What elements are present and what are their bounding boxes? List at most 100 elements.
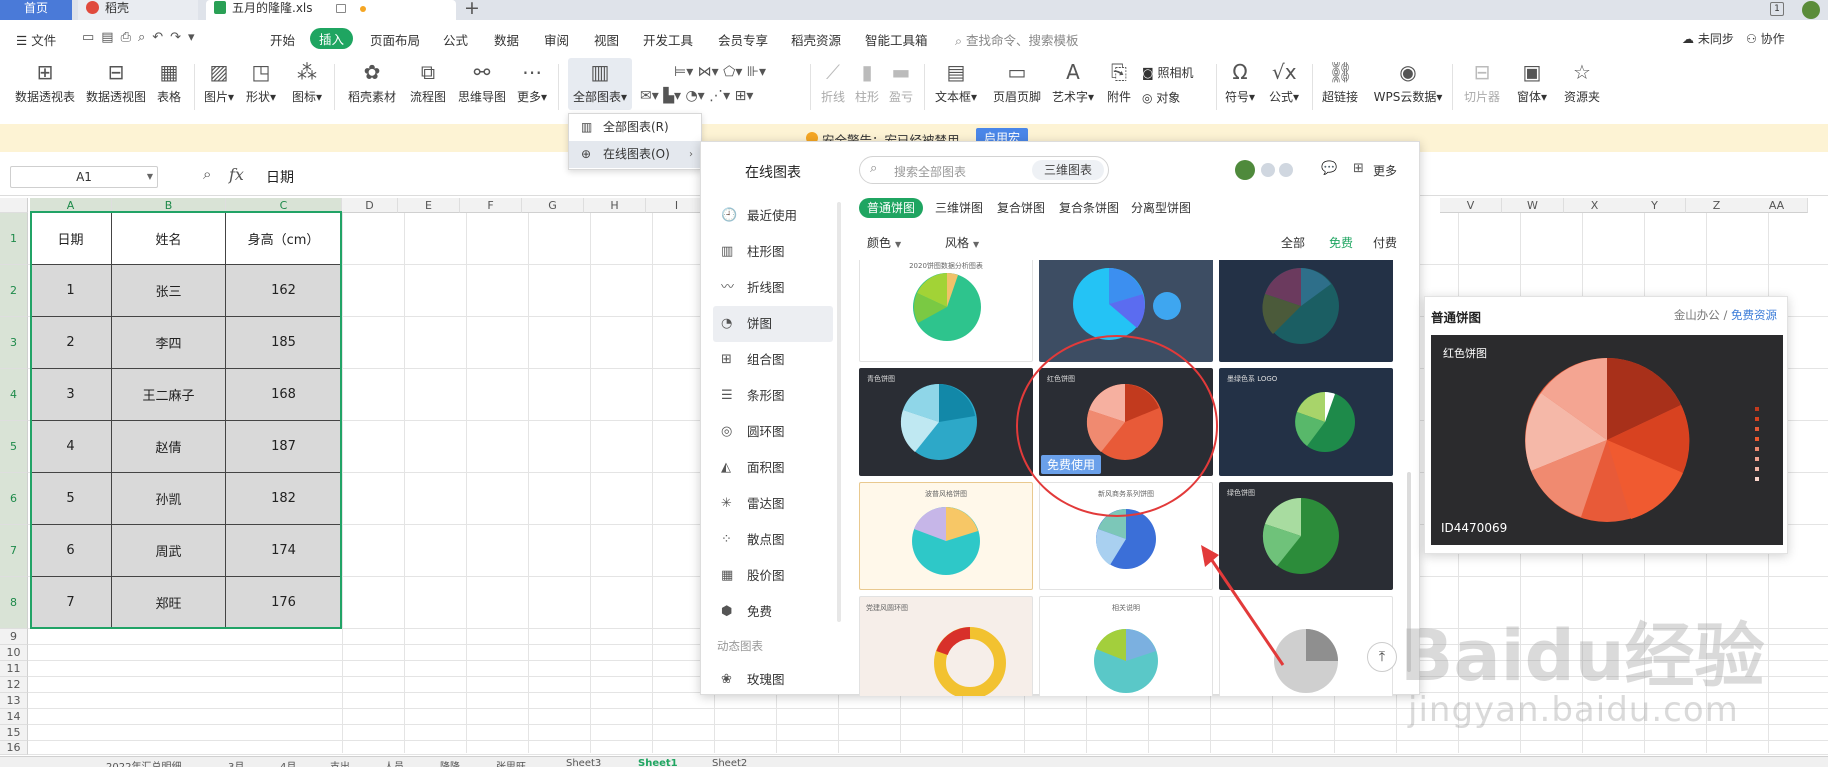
resource-folder-button[interactable]: ☆ 资源夹 xyxy=(1560,60,1604,105)
hyperlink-button[interactable]: ⛓ 超链接 xyxy=(1320,60,1360,105)
message-icon[interactable]: 💬 xyxy=(1321,161,1337,176)
template-thumb[interactable] xyxy=(1219,260,1393,362)
column-header[interactable]: G xyxy=(522,198,584,213)
table-cell[interactable]: 162 xyxy=(226,265,342,317)
column-header[interactable]: I xyxy=(646,198,708,213)
new-tab-plus-icon[interactable]: + xyxy=(464,0,480,19)
sheet-tab[interactable]: 2022年汇总明细 xyxy=(106,758,181,767)
zoom-icon[interactable]: ⌕ xyxy=(203,165,211,183)
row-header[interactable]: 13 xyxy=(0,693,28,709)
tab-home[interactable]: 首页 xyxy=(0,0,72,20)
table-cell[interactable]: 2 xyxy=(30,317,112,369)
template-thumb[interactable]: 2020饼图数据分析图表 xyxy=(859,260,1033,362)
table-cell[interactable]: 李四 xyxy=(112,317,226,369)
subtype-normal-pie[interactable]: 普通饼图 xyxy=(859,198,924,218)
flowchart-button[interactable]: ⧉ 流程图 xyxy=(408,60,448,105)
menu-review[interactable]: 审阅 xyxy=(544,30,569,49)
sheet-tab[interactable]: Sheet1 xyxy=(638,758,678,767)
tab-document[interactable]: 五月的隆隆.xls xyxy=(206,0,456,20)
menu-formula[interactable]: 公式 xyxy=(443,30,468,49)
table-header-cell[interactable]: 日期 xyxy=(30,213,112,265)
template-thumb[interactable]: 新风商务系列饼图 xyxy=(1039,482,1213,590)
category-item[interactable]: 🕘 最近使用 xyxy=(713,198,833,234)
menu-page-layout[interactable]: 页面布局 xyxy=(370,30,420,49)
sheet-tab[interactable]: 降降 xyxy=(440,758,460,767)
mindmap-button[interactable]: ⚯ 思维导图 xyxy=(456,60,508,105)
subtype-compound-bar-pie[interactable]: 复合条饼图 xyxy=(1059,198,1119,218)
form-button[interactable]: ▣ 窗体▾ xyxy=(1514,60,1550,105)
menu-developer[interactable]: 开发工具 xyxy=(643,30,693,49)
row-header[interactable]: 10 xyxy=(0,645,28,661)
sync-status[interactable]: ☁ 未同步 xyxy=(1682,30,1734,47)
menu-member[interactable]: 会员专享 xyxy=(718,30,768,49)
category-item[interactable]: ▦ 股价图 xyxy=(713,558,833,594)
category-item[interactable]: ▥ 柱形图 xyxy=(713,234,833,270)
column-header[interactable]: A xyxy=(30,198,112,213)
row-header[interactable]: 6 xyxy=(0,473,28,525)
window-count-icon[interactable]: 1 xyxy=(1770,2,1784,16)
tab-straw[interactable]: 稻壳 xyxy=(78,0,198,20)
row-header[interactable]: 15 xyxy=(0,725,28,741)
table-cell[interactable]: 郑旺 xyxy=(112,577,226,629)
user-avatar[interactable] xyxy=(1802,1,1820,19)
table-cell[interactable]: 1 xyxy=(30,265,112,317)
3d-chart-chip[interactable]: 三维图表 xyxy=(1031,160,1104,180)
menu-straw-resources[interactable]: 稻壳资源 xyxy=(791,30,841,49)
column-header[interactable]: V xyxy=(1440,198,1502,213)
category-item[interactable]: ☰ 条形图 xyxy=(713,378,833,414)
pivot-table-button[interactable]: ⊞ 数据透视表 xyxy=(14,60,76,105)
table-cell[interactable]: 6 xyxy=(30,525,112,577)
table-header-cell[interactable]: 姓名 xyxy=(112,213,226,265)
attachment-button[interactable]: ⎘ 附件 xyxy=(1104,60,1134,105)
user-avatar[interactable] xyxy=(1235,160,1255,180)
sheet-tab[interactable]: 4月 xyxy=(280,758,296,767)
row-header[interactable]: 5 xyxy=(0,421,28,473)
category-item[interactable]: ⊞ 组合图 xyxy=(713,342,833,378)
column-header[interactable]: E xyxy=(398,198,460,213)
collab-button[interactable]: ⚇ 协作 xyxy=(1746,30,1785,47)
table-cell[interactable]: 7 xyxy=(30,577,112,629)
chart-search-input[interactable]: ⌕ 搜索全部图表 三维图表 xyxy=(859,156,1109,184)
chart-type-icons-row1[interactable]: ⊨▾ ⋈▾ ⬠▾ ⊪▾ xyxy=(674,64,766,80)
column-header[interactable]: B xyxy=(112,198,226,213)
select-all-corner[interactable] xyxy=(0,198,28,213)
back-to-top-icon[interactable]: ⤒ xyxy=(1367,642,1397,672)
category-item[interactable]: ✳ 雷达图 xyxy=(713,486,833,522)
row-header[interactable]: 3 xyxy=(0,317,28,369)
more-button[interactable]: ⋯ 更多▾ xyxy=(514,60,550,105)
table-button[interactable]: ▦ 表格 xyxy=(154,60,184,105)
equation-button[interactable]: √x 公式▾ xyxy=(1266,60,1302,105)
pivot-chart-button[interactable]: ⊟ 数据透视图 xyxy=(85,60,147,105)
command-search[interactable]: ⌕ 查找命令、搜索模板 xyxy=(955,30,1079,49)
table-cell[interactable]: 168 xyxy=(226,369,342,421)
function-icon[interactable]: fx xyxy=(229,165,244,184)
table-cell[interactable]: 176 xyxy=(226,577,342,629)
column-header[interactable]: Z xyxy=(1686,198,1748,213)
menu-item-online-charts[interactable]: ⊕ 在线图表(O) › xyxy=(569,141,701,168)
row-header[interactable]: 1 xyxy=(0,213,28,265)
row-header[interactable]: 12 xyxy=(0,677,28,693)
name-box[interactable]: A1 ▼ xyxy=(10,166,158,188)
table-cell[interactable]: 3 xyxy=(30,369,112,421)
table-cell[interactable]: 孙凯 xyxy=(112,473,226,525)
menu-view[interactable]: 视图 xyxy=(594,30,619,49)
preview-image[interactable]: 红色饼图 ID4470069 xyxy=(1431,335,1783,545)
quick-access-icons[interactable]: ▭▤⎙⌕↶↷▾ xyxy=(82,30,202,45)
monitor-icon[interactable] xyxy=(336,4,346,13)
more-link[interactable]: 更多 xyxy=(1373,162,1397,179)
template-thumb[interactable]: 青色饼图 xyxy=(859,368,1033,476)
template-thumb[interactable]: 相关说明 xyxy=(1039,596,1213,696)
sheet-tab[interactable]: 人员 xyxy=(384,758,404,767)
row-header[interactable]: 9 xyxy=(0,629,28,645)
menu-smart-toolbox[interactable]: 智能工具箱 xyxy=(865,30,928,49)
subtype-compound-pie[interactable]: 复合饼图 xyxy=(997,198,1045,218)
table-cell[interactable]: 5 xyxy=(30,473,112,525)
table-cell[interactable]: 185 xyxy=(226,317,342,369)
wps-cloud-data-button[interactable]: ◉ WPS云数据▾ xyxy=(1372,60,1444,105)
table-cell[interactable]: 王二麻子 xyxy=(112,369,226,421)
category-rose[interactable]: ❀ 玫瑰图 xyxy=(713,662,785,698)
subtype-exploded-pie[interactable]: 分离型饼图 xyxy=(1131,198,1191,218)
shape-button[interactable]: ◳ 形状▾ xyxy=(244,60,278,105)
column-header[interactable]: H xyxy=(584,198,646,213)
template-thumb-selected[interactable]: 红色饼图 免费使用 xyxy=(1039,368,1213,476)
